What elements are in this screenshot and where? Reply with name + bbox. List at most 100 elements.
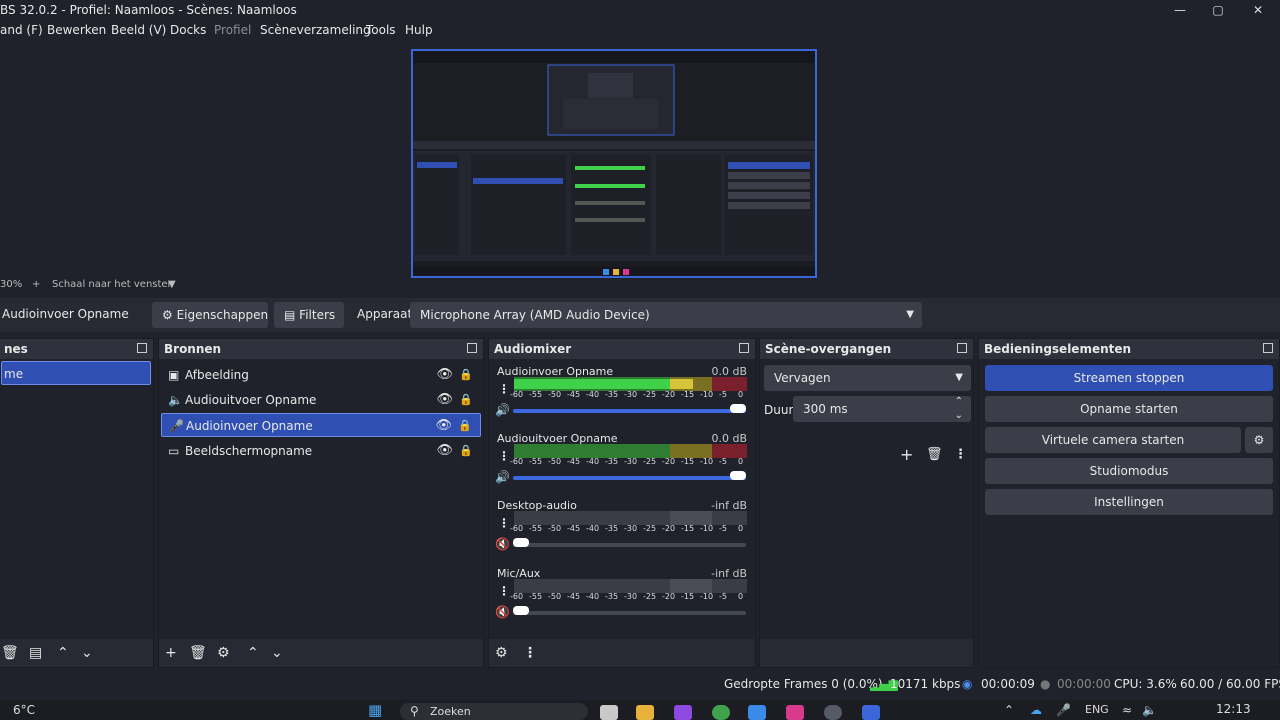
zoom-plus-button[interactable]: +: [32, 279, 40, 290]
menu-edit[interactable]: Bewerken: [47, 23, 106, 37]
stop-streaming-button[interactable]: Streamen stoppen: [985, 365, 1273, 391]
transition-select[interactable]: Vervagen ▼: [764, 365, 971, 391]
duration-input[interactable]: 300 ms ⌃ ⌄: [793, 396, 971, 422]
chevron-up-icon[interactable]: ⌃: [1004, 703, 1014, 717]
plus-icon[interactable]: +: [165, 645, 177, 661]
sources-title: Bronnen: [164, 342, 222, 356]
advanced-audio-icon[interactable]: ⚙: [495, 645, 508, 661]
slider-handle[interactable]: [513, 606, 529, 615]
volume-slider[interactable]: [513, 606, 746, 615]
scene-item[interactable]: me: [1, 361, 151, 385]
tick-label: -45: [567, 390, 581, 399]
speaker-icon[interactable]: 🔈: [1142, 703, 1157, 717]
menu-docks[interactable]: Docks: [170, 23, 206, 37]
chevron-down-icon[interactable]: ⌄: [81, 645, 93, 661]
filter-icon[interactable]: ▤: [29, 645, 42, 661]
source-item[interactable]: ▭ Beeldschermopname 👁 🔒: [161, 439, 481, 463]
window-title: BS 32.0.2 - Profiel: Naamloos - Scènes: …: [0, 3, 297, 17]
scenes-footer: 🗑 ▤ ⌃ ⌄: [0, 639, 153, 667]
chevron-down-icon[interactable]: ⌄: [271, 645, 283, 661]
chevron-up-icon[interactable]: ⌃: [57, 645, 69, 661]
filters-label: Filters: [299, 308, 336, 322]
obs-icon[interactable]: [824, 705, 842, 720]
more-options-icon[interactable]: ⋮: [498, 517, 510, 529]
muted-speaker-icon[interactable]: 🔇: [495, 537, 510, 551]
tiktok-icon[interactable]: [786, 705, 804, 720]
popout-icon[interactable]: [957, 343, 967, 353]
weather-temp[interactable]: 6°C: [13, 703, 35, 717]
muted-speaker-icon[interactable]: 🔇: [495, 605, 510, 619]
store-icon[interactable]: [748, 705, 766, 720]
eye-icon[interactable]: 👁: [436, 363, 453, 387]
file-explorer-icon[interactable]: [636, 705, 654, 720]
chevron-up-icon[interactable]: ⌃: [247, 645, 259, 661]
lock-icon[interactable]: 🔒: [459, 439, 473, 463]
properties-button[interactable]: ⚙ Eigenschappen: [152, 302, 268, 328]
chrome-icon[interactable]: [712, 705, 730, 720]
volume-slider[interactable]: [513, 404, 746, 413]
more-options-icon[interactable]: ⋮: [954, 447, 967, 462]
trash-icon[interactable]: 🗑: [926, 447, 943, 462]
lock-icon[interactable]: 🔒: [459, 388, 473, 412]
minimize-icon[interactable]: —: [1160, 0, 1200, 20]
slider-handle[interactable]: [513, 538, 529, 547]
start-virtual-camera-button[interactable]: Virtuele camera starten: [985, 427, 1241, 453]
preview-canvas[interactable]: [411, 49, 817, 278]
app-icon[interactable]: [862, 705, 880, 720]
source-item[interactable]: 🎤 Audioinvoer Opname 👁 🔒: [161, 413, 481, 437]
popout-icon[interactable]: [467, 343, 477, 353]
menu-view[interactable]: Beeld (V): [111, 23, 166, 37]
popout-icon[interactable]: [137, 343, 147, 353]
more-options-icon[interactable]: ⋮: [498, 585, 510, 597]
gear-icon[interactable]: ⚙: [217, 645, 230, 661]
app-icon[interactable]: [674, 705, 692, 720]
maximize-icon[interactable]: ▢: [1198, 0, 1238, 20]
settings-button[interactable]: Instellingen: [985, 489, 1273, 515]
volume-slider[interactable]: [513, 538, 746, 547]
speaker-icon[interactable]: 🔊: [495, 470, 510, 484]
lock-icon[interactable]: 🔒: [459, 363, 473, 387]
lock-icon[interactable]: 🔒: [458, 414, 472, 438]
studio-mode-button[interactable]: Studiomodus: [985, 458, 1273, 484]
close-icon[interactable]: ✕: [1238, 0, 1278, 20]
scenes-list: me: [0, 359, 153, 639]
more-options-icon[interactable]: ⋮: [523, 645, 537, 661]
speaker-icon[interactable]: 🔊: [495, 403, 510, 417]
volume-slider[interactable]: [513, 471, 746, 480]
plus-icon[interactable]: +: [900, 445, 913, 464]
zoom-mode-dropdown[interactable]: Schaal naar het venster: [52, 279, 172, 290]
menu-file[interactable]: and (F): [0, 23, 43, 37]
more-options-icon[interactable]: ⋮: [498, 450, 510, 462]
more-options-icon[interactable]: ⋮: [498, 383, 510, 395]
slider-handle[interactable]: [730, 471, 746, 480]
device-select[interactable]: Microphone Array (AMD Audio Device) ▼: [410, 302, 922, 328]
cloud-icon[interactable]: ☁: [1030, 703, 1042, 717]
menu-scene-collection[interactable]: Scèneverzameling: [260, 23, 371, 37]
microphone-icon[interactable]: 🎤: [1056, 703, 1071, 717]
menu-tools[interactable]: Tools: [366, 23, 396, 37]
windows-start-icon[interactable]: ▦: [368, 701, 382, 719]
language-indicator[interactable]: ENG: [1085, 703, 1109, 716]
menu-profile[interactable]: Profiel: [214, 23, 251, 37]
task-view-icon[interactable]: [600, 705, 618, 720]
popout-icon[interactable]: [739, 343, 749, 353]
virtual-camera-settings-button[interactable]: ⚙: [1245, 427, 1273, 453]
trash-icon[interactable]: 🗑: [1, 645, 19, 661]
chevron-down-icon[interactable]: ▼: [168, 279, 176, 290]
clock[interactable]: 12:13: [1216, 702, 1251, 716]
filters-button[interactable]: ▤ Filters: [274, 302, 344, 328]
source-item[interactable]: ▣ Afbeelding 👁 🔒: [161, 363, 481, 387]
trash-icon[interactable]: 🗑: [189, 645, 207, 661]
taskbar-search[interactable]: ⚲ Zoeken: [400, 703, 588, 720]
slider-handle[interactable]: [730, 404, 746, 413]
eye-icon[interactable]: 👁: [436, 439, 453, 463]
start-recording-button[interactable]: Opname starten: [985, 396, 1273, 422]
eye-icon[interactable]: 👁: [436, 388, 453, 412]
popout-icon[interactable]: [1263, 343, 1273, 353]
stream-icon: ◉: [962, 677, 973, 691]
eye-icon[interactable]: 👁: [435, 414, 452, 438]
menu-help[interactable]: Hulp: [405, 23, 433, 37]
wifi-icon[interactable]: ≈: [1122, 703, 1132, 717]
chevron-down-icon[interactable]: ⌄: [955, 403, 963, 429]
source-item[interactable]: 🔈 Audiouitvoer Opname 👁 🔒: [161, 388, 481, 412]
